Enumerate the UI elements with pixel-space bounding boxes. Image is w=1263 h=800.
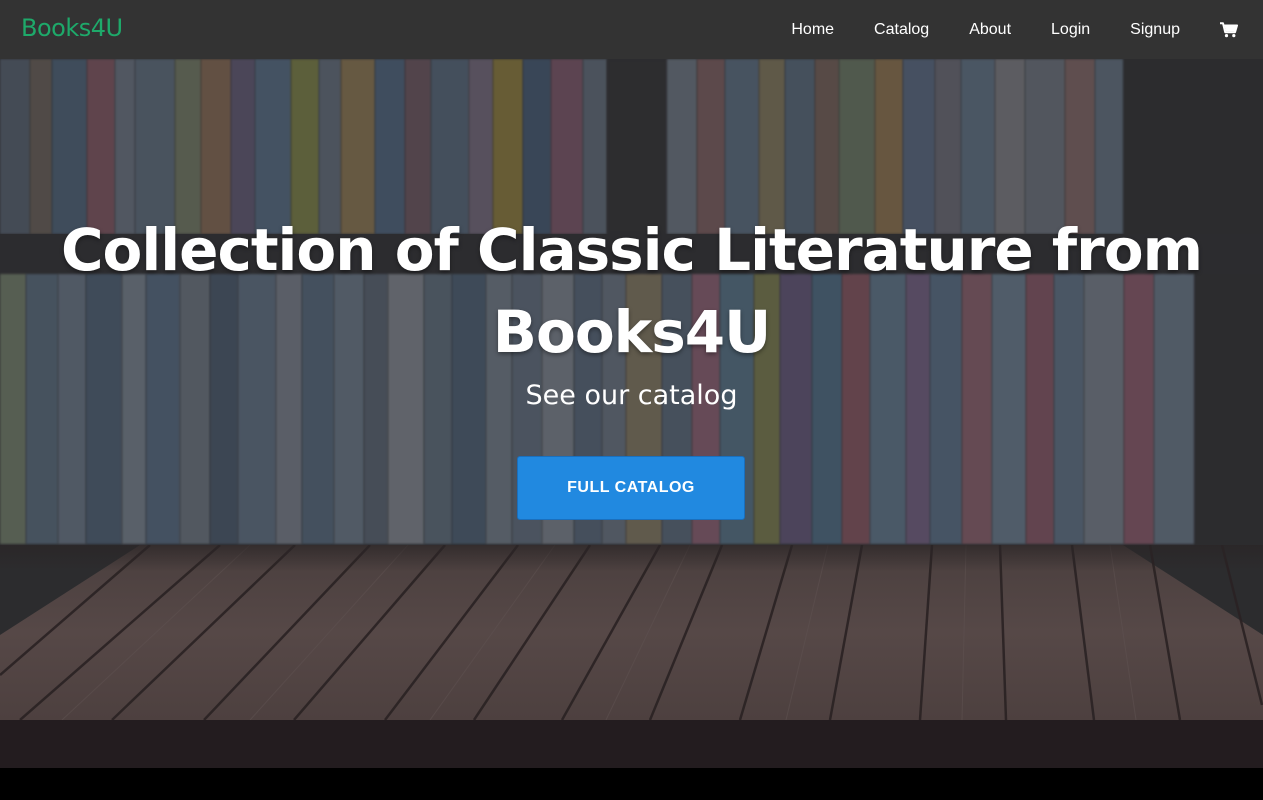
full-catalog-button[interactable]: FULL CATALOG [517,456,745,520]
page-bottom-strip [0,768,1263,800]
nav-link-signup[interactable]: Signup [1130,21,1180,39]
nav-link-catalog[interactable]: Catalog [874,21,929,39]
brand-logo[interactable]: Books4U [21,14,123,42]
footer-band [0,720,1263,768]
navbar: Books4U Home Catalog About Login Signup [0,0,1263,59]
hero-subtitle: See our catalog [525,380,738,411]
nav-link-login[interactable]: Login [1051,21,1090,39]
nav-link-about[interactable]: About [969,21,1011,39]
nav-links: Home Catalog About Login Signup [791,0,1263,59]
wooden-table-image [0,545,1263,720]
shopping-cart-icon[interactable] [1220,21,1238,38]
nav-link-home[interactable]: Home [791,21,834,39]
hero-section: Collection of Classic Literature from Bo… [0,59,1263,720]
hero-title: Collection of Classic Literature from Bo… [60,216,1203,366]
